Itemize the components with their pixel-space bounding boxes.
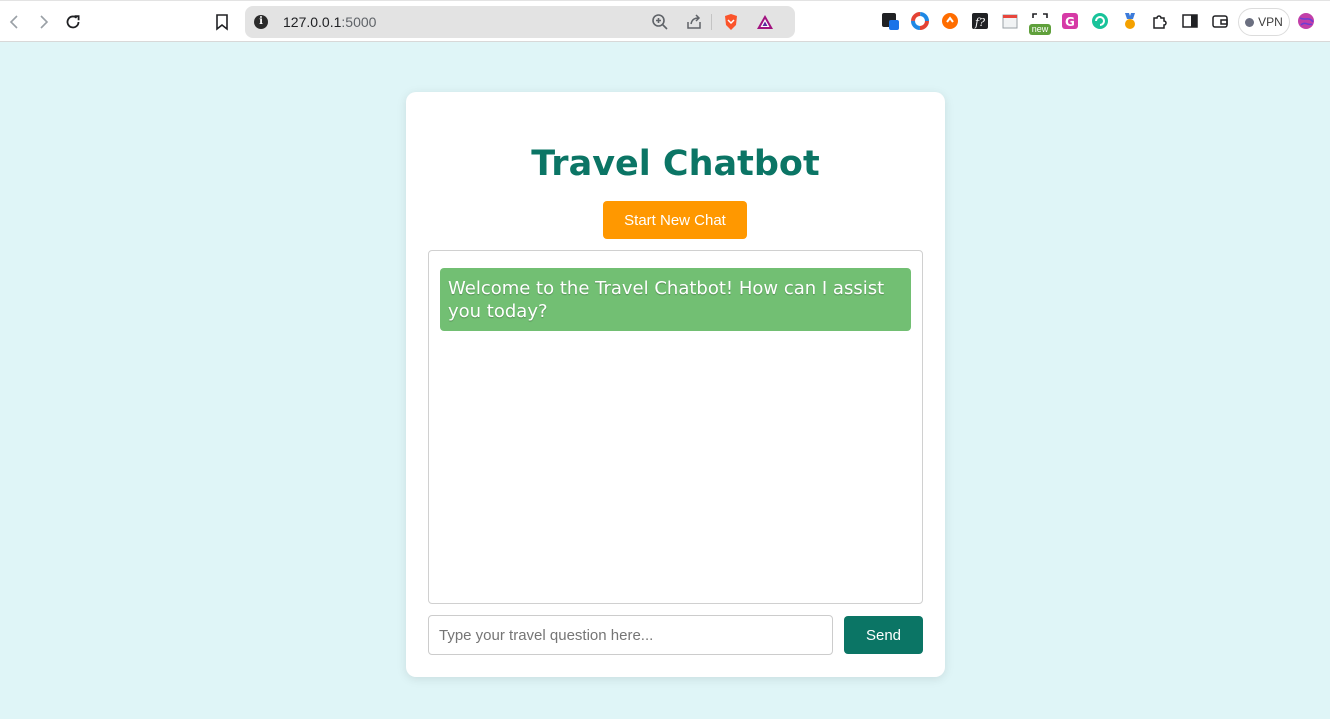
brave-shield-icon[interactable] (722, 13, 740, 31)
vpn-label: VPN (1258, 15, 1283, 29)
extension-orange-icon[interactable] (941, 12, 959, 30)
address-divider (711, 14, 712, 30)
reload-icon (66, 15, 80, 29)
address-bar[interactable]: i 127.0.0.1:5000 (245, 6, 795, 38)
profile-avatar-icon[interactable] (1297, 12, 1315, 30)
brave-rewards-icon[interactable] (756, 13, 774, 31)
grammarly-g-icon[interactable]: G (1061, 12, 1079, 30)
new-badge: new (1029, 24, 1051, 35)
vpn-status-icon (1245, 17, 1255, 27)
extensions-puzzle-icon[interactable] (1151, 12, 1169, 30)
forward-button[interactable] (30, 9, 56, 35)
chevron-right-icon (40, 15, 49, 29)
bitwarden-icon[interactable] (881, 12, 899, 30)
address-text[interactable]: 127.0.0.1:5000 (283, 14, 376, 30)
wallet-icon[interactable] (1211, 12, 1229, 30)
page-title: Travel Chatbot (531, 144, 820, 184)
svg-text:G: G (1065, 15, 1075, 29)
bookmark-icon (216, 14, 228, 31)
share-icon[interactable] (685, 13, 703, 31)
start-new-chat-button[interactable]: Start New Chat (603, 201, 747, 239)
question-input[interactable] (428, 615, 833, 655)
medal-icon[interactable] (1121, 12, 1139, 30)
refresh-green-icon[interactable] (1091, 12, 1109, 30)
send-button[interactable]: Send (844, 616, 923, 654)
sidebar-icon[interactable] (1181, 12, 1199, 30)
address-host: 127.0.0.1 (283, 14, 342, 30)
zoom-icon[interactable] (651, 13, 669, 31)
color-wheel-icon[interactable] (911, 12, 929, 30)
calendar-icon[interactable] (1001, 12, 1019, 30)
site-info-icon[interactable]: i (254, 15, 268, 29)
svg-text:f?: f? (974, 16, 985, 29)
bot-message: Welcome to the Travel Chatbot! How can I… (440, 268, 911, 331)
chevron-left-icon (9, 15, 18, 29)
back-button[interactable] (2, 9, 28, 35)
bookmark-button[interactable] (209, 9, 235, 35)
font-icon[interactable]: f? (971, 12, 989, 30)
address-port: :5000 (341, 14, 377, 30)
vpn-button[interactable]: VPN (1238, 8, 1290, 36)
reload-button[interactable] (60, 9, 86, 35)
browser-toolbar: i 127.0.0.1:5000 f? new G VPN (0, 0, 1330, 42)
chat-card: Travel Chatbot Start New Chat Welcome to… (406, 92, 945, 677)
chat-messages[interactable]: Welcome to the Travel Chatbot! How can I… (428, 250, 923, 604)
